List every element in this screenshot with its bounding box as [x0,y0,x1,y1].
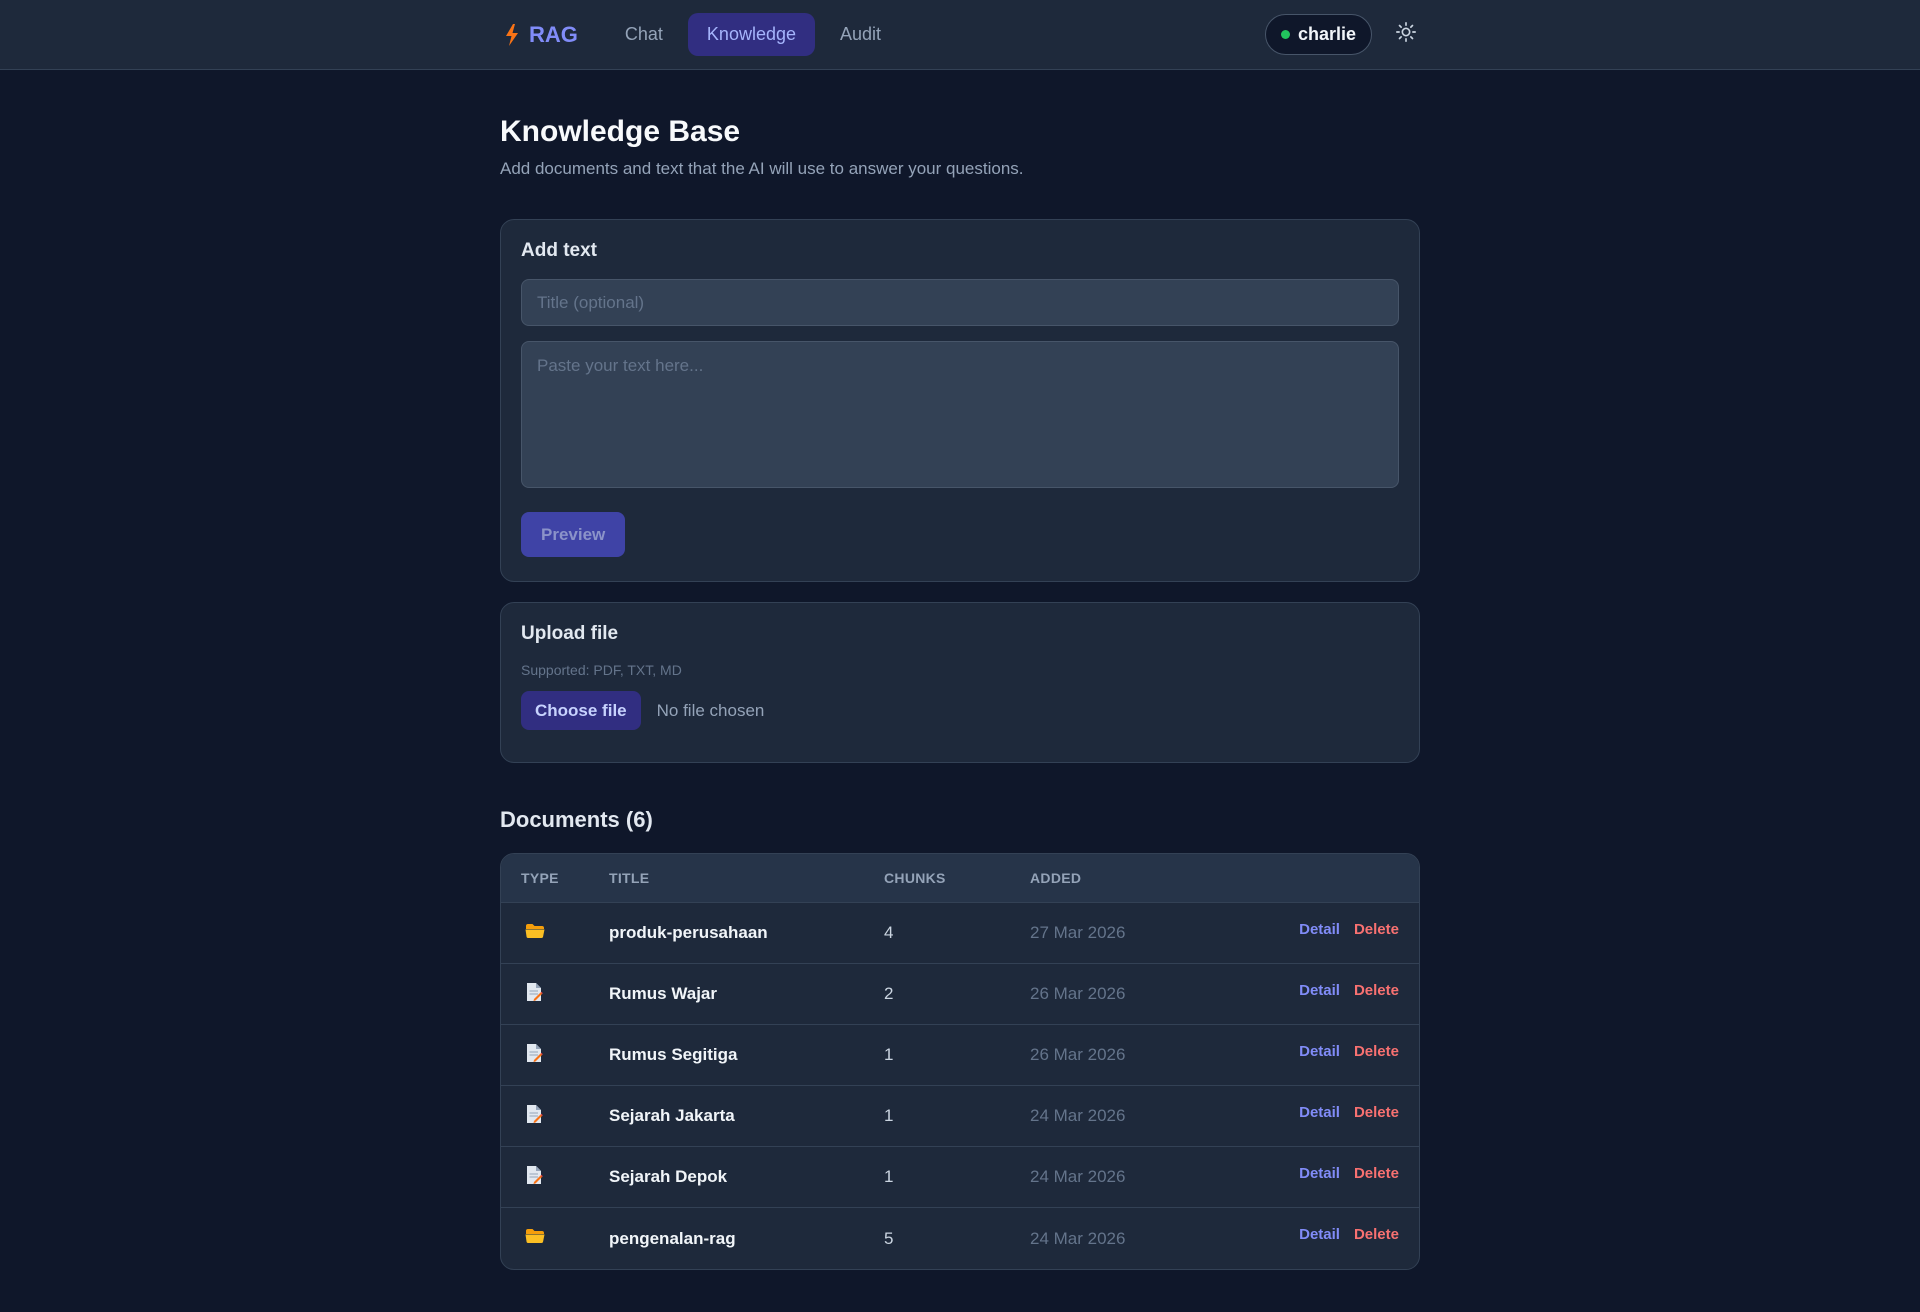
row-actions: Detail Delete [1230,921,1419,938]
tab-chat[interactable]: Chat [606,13,682,56]
delete-button[interactable]: Delete [1354,982,1399,999]
type-cell [501,1228,609,1249]
detail-button[interactable]: Detail [1299,1226,1340,1243]
text-content-input[interactable] [521,341,1399,488]
document-icon [525,1104,543,1124]
top-navigation-inner: RAG Chat Knowledge Audit charlie [500,0,1420,69]
table-row: Sejarah Depok 1 24 Mar 2026 Detail Delet… [501,1147,1419,1208]
document-added-date: 24 Mar 2026 [1030,1167,1126,1186]
document-title: Sejarah Depok [609,1167,728,1186]
detail-button[interactable]: Detail [1299,1043,1340,1060]
type-cell [501,1104,609,1129]
table-row: pengenalan-rag 5 24 Mar 2026 Detail Dele… [501,1208,1419,1269]
user-menu-button[interactable]: charlie [1264,14,1372,55]
column-header-added: ADDED [1030,870,1082,886]
supported-formats-text: Supported: PDF, TXT, MD [521,662,682,678]
row-actions: Detail Delete [1230,982,1419,999]
document-title: Rumus Wajar [609,984,718,1003]
document-icon [525,1165,543,1185]
document-chunks: 1 [884,1045,894,1064]
detail-button[interactable]: Detail [1299,1104,1340,1121]
table-row: Sejarah Jakarta 1 24 Mar 2026 Detail Del… [501,1086,1419,1147]
document-chunks: 2 [884,984,894,1003]
document-title: pengenalan-rag [609,1228,736,1248]
add-text-heading: Add text [521,240,597,261]
document-added-date: 24 Mar 2026 [1030,1228,1126,1248]
main-nav: Chat Knowledge Audit [606,13,900,56]
document-added-date: 27 Mar 2026 [1030,923,1126,942]
table-row: Rumus Wajar 2 26 Mar 2026 Detail Delete [501,964,1419,1025]
choose-file-button[interactable]: Choose file [521,691,641,730]
delete-button[interactable]: Delete [1354,1226,1399,1243]
tab-audit[interactable]: Audit [821,13,900,56]
folder-icon [525,923,545,939]
column-header-type: TYPE [521,870,559,886]
document-title: Rumus Segitiga [609,1045,738,1064]
detail-button[interactable]: Detail [1299,982,1340,999]
top-navigation-bar: RAG Chat Knowledge Audit charlie [0,0,1920,70]
file-status-text: No file chosen [656,700,765,720]
preview-button[interactable]: Preview [521,512,626,557]
row-actions: Detail Delete [1230,1043,1419,1060]
column-header-chunks: CHUNKS [884,870,946,886]
table-header-row: TYPE TITLE CHUNKS ADDED [501,854,1419,903]
upload-file-heading: Upload file [521,623,619,644]
delete-button[interactable]: Delete [1354,1043,1399,1060]
document-title: Sejarah Jakarta [609,1106,735,1125]
row-actions: Detail Delete [1230,1104,1419,1121]
documents-table: TYPE TITLE CHUNKS ADDED produk-perusahaa… [500,853,1420,1270]
document-chunks: 1 [884,1106,894,1125]
document-added-date: 26 Mar 2026 [1030,1045,1126,1064]
file-picker: Choose file No file chosen [521,691,1399,730]
add-text-card: Add text Preview [500,219,1420,582]
document-chunks: 4 [884,923,894,942]
type-cell [501,982,609,1007]
upload-file-card: Upload file Supported: PDF, TXT, MD Choo… [500,602,1420,763]
lightning-bolt-icon [505,23,519,46]
document-added-date: 26 Mar 2026 [1030,984,1126,1003]
type-cell [501,1043,609,1068]
header-right: charlie [1264,14,1420,55]
page-subtitle: Add documents and text that the AI will … [500,159,1024,178]
table-row: Rumus Segitiga 1 26 Mar 2026 Detail Dele… [501,1025,1419,1086]
delete-button[interactable]: Delete [1354,1165,1399,1182]
brand-logo[interactable]: RAG [505,22,578,48]
detail-button[interactable]: Detail [1299,921,1340,938]
document-icon [525,982,543,1002]
sun-icon [1395,21,1417,48]
document-chunks: 1 [884,1167,894,1186]
document-icon [525,1043,543,1063]
folder-icon [525,1228,545,1244]
column-header-title: TITLE [609,870,650,886]
title-input[interactable] [521,279,1399,326]
table-body: produk-perusahaan 4 27 Mar 2026 Detail D… [501,903,1419,1269]
main-content: Knowledge Base Add documents and text th… [500,70,1420,1270]
row-actions: Detail Delete [1230,1165,1419,1182]
theme-toggle-button[interactable] [1392,21,1420,49]
brand-name: RAG [529,21,578,47]
document-chunks: 5 [884,1228,894,1248]
online-status-dot [1280,30,1290,39]
document-added-date: 24 Mar 2026 [1030,1106,1126,1125]
table-row: produk-perusahaan 4 27 Mar 2026 Detail D… [501,903,1419,964]
type-cell [501,1165,609,1190]
username: charlie [1297,24,1356,44]
documents-heading: Documents (6) [500,807,653,832]
page-title: Knowledge Base [500,115,741,148]
type-cell [501,923,609,944]
delete-button[interactable]: Delete [1354,921,1399,938]
delete-button[interactable]: Delete [1354,1104,1399,1121]
document-title: produk-perusahaan [609,923,768,942]
row-actions: Detail Delete [1230,1226,1419,1243]
detail-button[interactable]: Detail [1299,1165,1340,1182]
tab-knowledge[interactable]: Knowledge [687,13,815,56]
